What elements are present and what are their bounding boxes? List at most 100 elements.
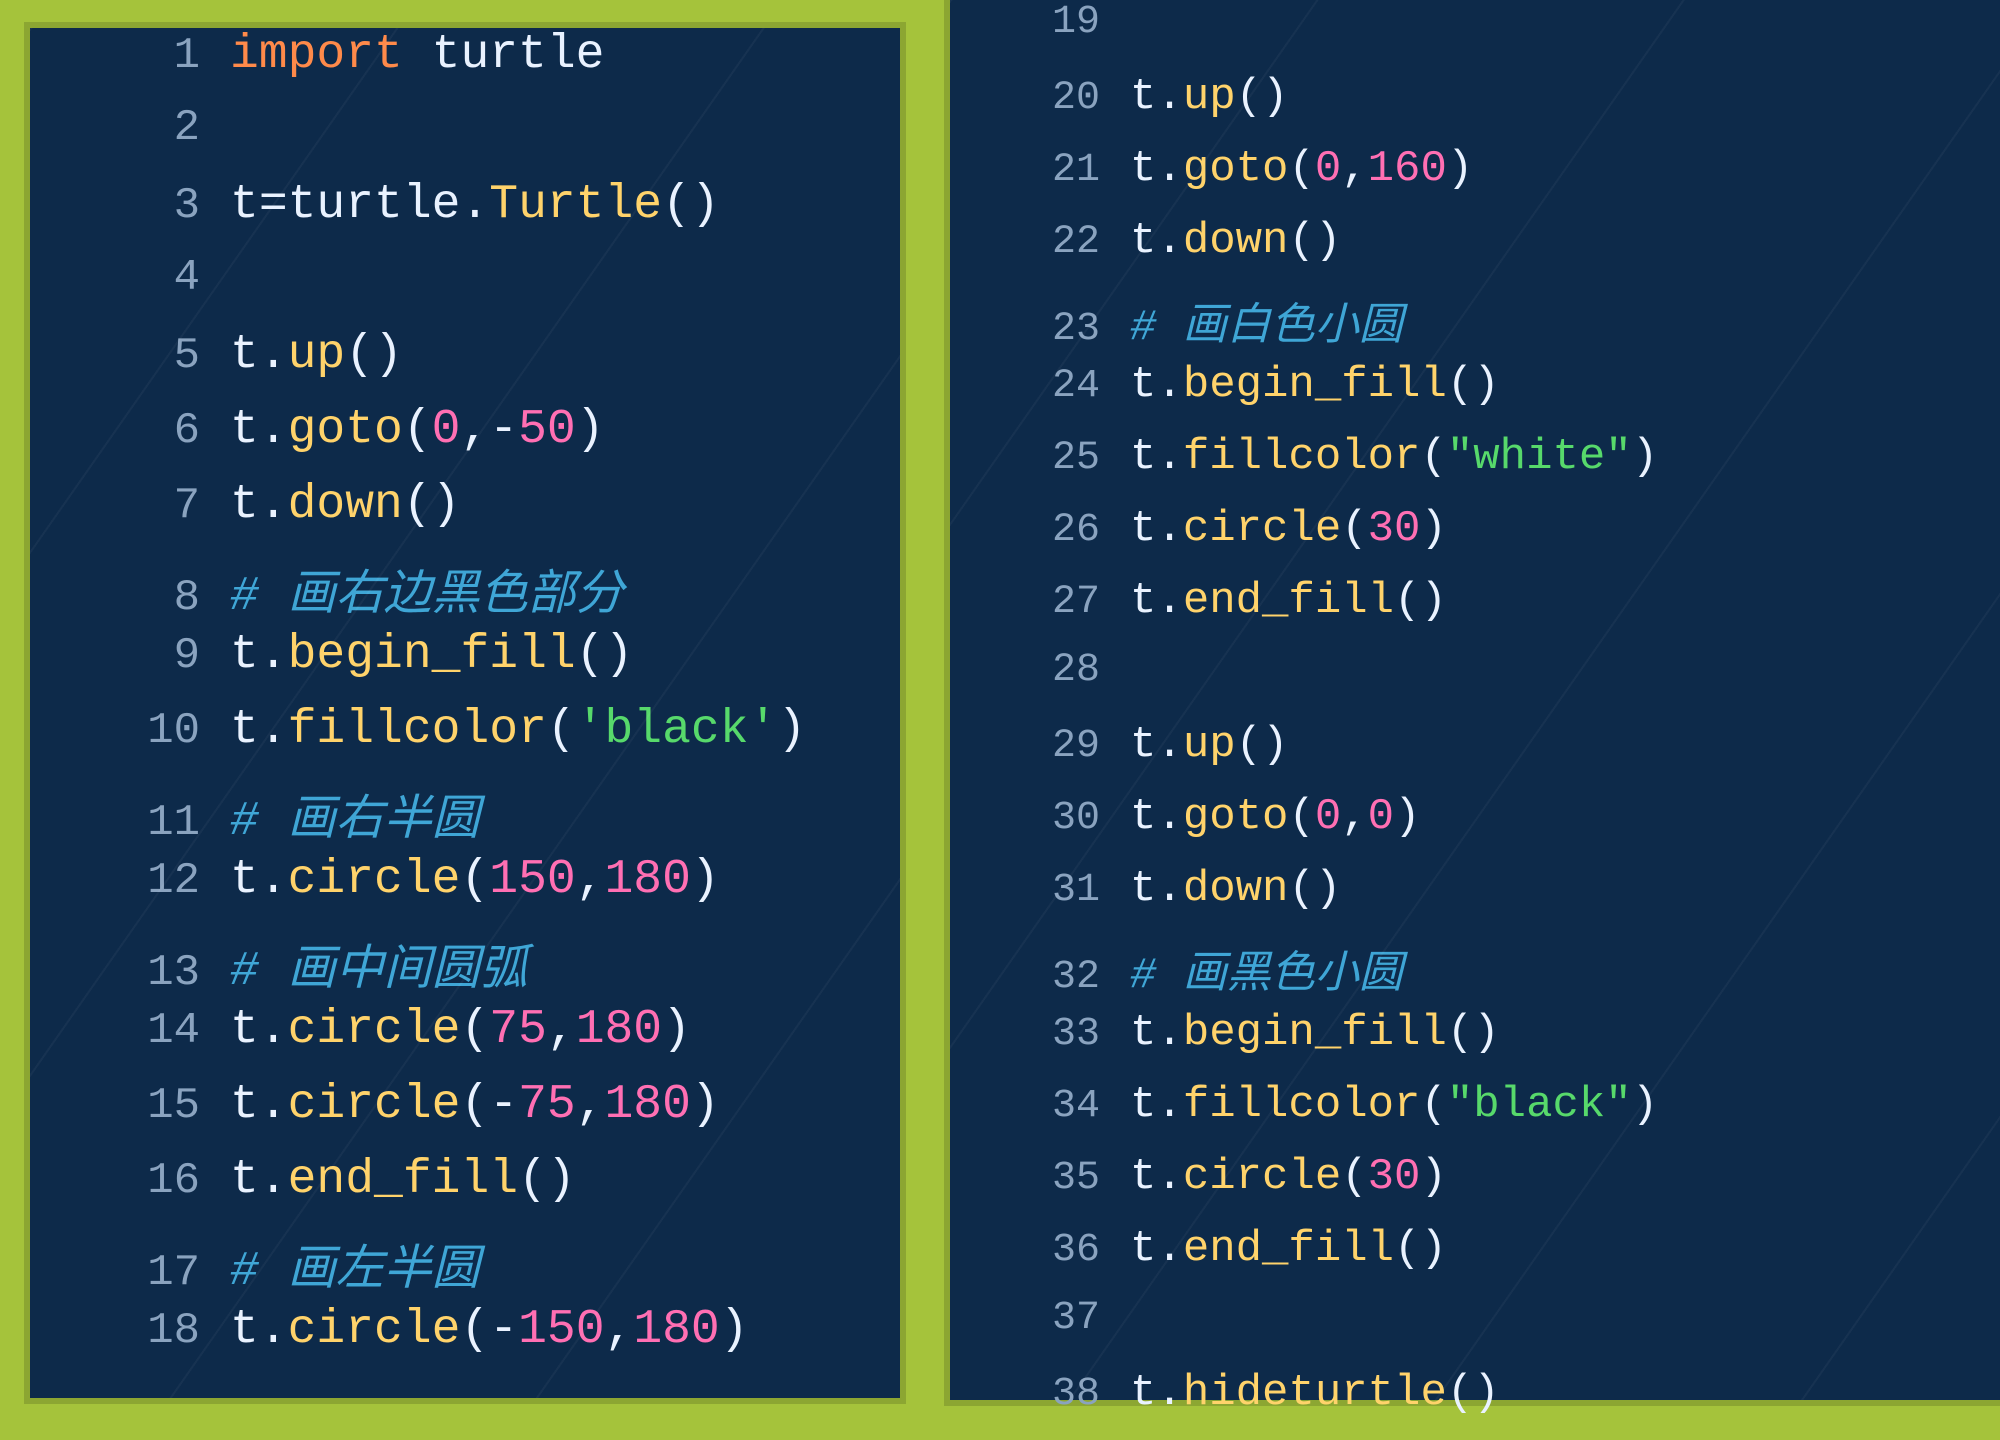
code-text[interactable]: t.circle(75,180) [230,1003,900,1057]
code-text[interactable]: t.end_fill() [1130,1224,2000,1274]
code-line[interactable]: 6t.goto(0,-50) [30,403,900,478]
code-text[interactable]: t.fillcolor('black') [230,703,900,757]
line-number: 22 [950,220,1130,265]
code-text[interactable]: t.fillcolor("black") [1130,1080,2000,1130]
code-line[interactable]: 28 [950,648,2000,720]
code-text[interactable]: t.down() [230,478,900,532]
line-number: 34 [950,1084,1130,1129]
code-line[interactable]: 18t.circle(-150,180) [30,1303,900,1378]
code-text[interactable]: t.circle(-75,180) [230,1078,900,1132]
code-text[interactable]: t.up() [1130,72,2000,122]
code-line[interactable]: 30t.goto(0,0) [950,792,2000,864]
code-line[interactable]: 23# 画白色小圆 [950,288,2000,360]
code-line[interactable]: 33t.begin_fill() [950,1008,2000,1080]
code-text[interactable]: import turtle [230,28,900,82]
code-text[interactable]: # 画右边黑色部分 [230,553,900,624]
code-text[interactable]: t.goto(0,0) [1130,792,2000,842]
line-number: 13 [30,948,230,998]
code-panel-right[interactable]: 1920t.up()21t.goto(0,160)22t.down()23# 画… [950,0,2000,1400]
line-number: 14 [30,1006,230,1056]
line-number: 27 [950,580,1130,625]
code-text[interactable]: # 画右半圆 [230,778,900,849]
code-line[interactable]: 14t.circle(75,180) [30,1003,900,1078]
code-line[interactable]: 15t.circle(-75,180) [30,1078,900,1153]
line-number: 8 [30,573,230,623]
code-line[interactable]: 9t.begin_fill() [30,628,900,703]
code-line[interactable]: 10t.fillcolor('black') [30,703,900,778]
code-text[interactable]: t.down() [1130,216,2000,266]
code-text[interactable]: t.down() [1130,864,2000,914]
code-text[interactable]: t.end_fill() [1130,576,2000,626]
line-number: 5 [30,331,230,381]
code-line[interactable]: 29t.up() [950,720,2000,792]
code-line[interactable]: 38t.hideturtle() [950,1368,2000,1440]
line-number: 4 [30,253,230,303]
line-number: 16 [30,1156,230,1206]
code-text[interactable]: t.up() [1130,720,2000,770]
code-line[interactable]: 36t.end_fill() [950,1224,2000,1296]
code-line[interactable]: 32# 画黑色小圆 [950,936,2000,1008]
code-text[interactable]: t.circle(30) [1130,1152,2000,1202]
line-number: 6 [30,406,230,456]
line-number: 15 [30,1081,230,1131]
line-number: 38 [950,1372,1130,1417]
line-number: 24 [950,364,1130,409]
code-text[interactable]: t.hideturtle() [1130,1368,2000,1418]
code-text[interactable]: # 画左半圆 [230,1228,900,1299]
code-line[interactable]: 12t.circle(150,180) [30,853,900,928]
code-text[interactable]: t.goto(0,160) [1130,144,2000,194]
code-line[interactable]: 27t.end_fill() [950,576,2000,648]
line-number: 28 [950,648,1130,693]
code-line[interactable]: 5t.up() [30,328,900,403]
code-text[interactable]: t.begin_fill() [230,628,900,682]
line-number: 23 [950,307,1130,352]
code-text[interactable]: t.begin_fill() [1130,1008,2000,1058]
code-text[interactable]: t.end_fill() [230,1153,900,1207]
line-number: 1 [30,31,230,81]
code-text[interactable]: t.goto(0,-50) [230,403,900,457]
code-line[interactable]: 26t.circle(30) [950,504,2000,576]
code-text[interactable]: # 画中间圆弧 [230,928,900,999]
code-line[interactable]: 2 [30,103,900,178]
line-number: 18 [30,1306,230,1356]
code-panel-left[interactable]: 1import turtle2 3t=turtle.Turtle()4 5t.up(… [30,28,900,1398]
line-number: 29 [950,724,1130,769]
line-number: 36 [950,1228,1130,1273]
code-text[interactable]: t.up() [230,328,900,382]
code-text[interactable]: # 画白色小圆 [1130,288,2000,353]
code-line[interactable]: 24t.begin_fill() [950,360,2000,432]
code-text[interactable]: t=turtle.Turtle() [230,178,900,232]
code-line[interactable]: 35t.circle(30) [950,1152,2000,1224]
line-number: 3 [30,181,230,231]
line-number: 2 [30,103,230,153]
code-line[interactable]: 7t.down() [30,478,900,553]
code-line[interactable]: 11# 画右半圆 [30,778,900,853]
code-line[interactable]: 19 [950,0,2000,72]
code-line[interactable]: 3t=turtle.Turtle() [30,178,900,253]
code-line[interactable]: 21t.goto(0,160) [950,144,2000,216]
line-number: 19 [950,0,1130,45]
code-text[interactable]: t.begin_fill() [1130,360,2000,410]
code-text[interactable]: t.fillcolor("white") [1130,432,2000,482]
line-number: 7 [30,481,230,531]
code-line[interactable]: 8# 画右边黑色部分 [30,553,900,628]
line-number: 25 [950,436,1130,481]
code-line[interactable]: 1import turtle [30,28,900,103]
code-line[interactable]: 31t.down() [950,864,2000,936]
code-line[interactable]: 34t.fillcolor("black") [950,1080,2000,1152]
code-text[interactable]: t.circle(-150,180) [230,1303,900,1357]
code-line[interactable]: 22t.down() [950,216,2000,288]
code-line[interactable]: 13# 画中间圆弧 [30,928,900,1003]
code-text[interactable]: # 画黑色小圆 [1130,936,2000,1001]
code-line[interactable]: 25t.fillcolor("white") [950,432,2000,504]
code-line[interactable]: 17# 画左半圆 [30,1228,900,1303]
code-line[interactable]: 20t.up() [950,72,2000,144]
line-number: 32 [950,955,1130,1000]
line-number: 9 [30,631,230,681]
code-line[interactable]: 16t.end_fill() [30,1153,900,1228]
code-text[interactable]: t.circle(150,180) [230,853,900,907]
code-text[interactable]: t.circle(30) [1130,504,2000,554]
code-line[interactable]: 4 [30,253,900,328]
code-lines-left: 1import turtle2 3t=turtle.Turtle()4 5t.up(… [30,28,900,1378]
code-line[interactable]: 37 [950,1296,2000,1368]
